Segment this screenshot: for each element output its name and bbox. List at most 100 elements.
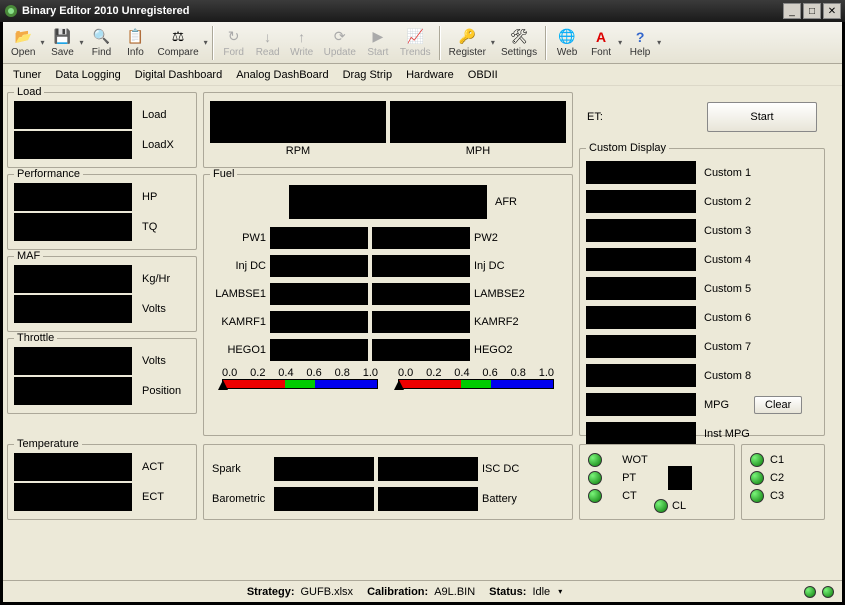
act-display [14,453,132,481]
titlebar: Binary Editor 2010 Unregistered _ □ ✕ [0,0,845,22]
custom2-display [586,190,696,213]
app-icon [4,4,18,18]
toolbar: 📂 Open ▾ 💾 Save ▾ 🔍 Find 📋 Info ⚖ [3,22,842,64]
close-button[interactable]: ✕ [823,3,841,19]
status-value: Idle [532,586,550,598]
c1-led [750,453,764,467]
group-custom-title: Custom Display [586,142,669,154]
menu-analogdash[interactable]: Analog DashBoard [230,66,334,84]
font-icon: A [592,28,610,46]
lambse1-label: LAMBSE1 [212,288,266,300]
afr-display [289,185,487,219]
update-button[interactable]: ⟳ Update [320,25,360,61]
lambse1-display [270,283,368,305]
read-button[interactable]: ↓ Read [252,25,284,61]
wot-led [588,453,602,467]
group-indicators-right: C1 C2 C3 [741,444,825,520]
maf-kghr-label: Kg/Hr [142,273,170,285]
pt-label: PT [622,472,662,484]
save-button[interactable]: 💾 Save [46,25,78,61]
menu-dragstrip[interactable]: Drag Strip [337,66,399,84]
group-performance: Performance HP TQ [7,174,197,250]
group-rpm-mph: RPM MPH [203,92,573,168]
custom5-label: Custom 5 [704,283,751,295]
maximize-button[interactable]: □ [803,3,821,19]
group-indicators-left: WOT PT CT CL [579,444,735,520]
trends-button[interactable]: 📈 Trends [396,25,435,61]
group-spark-baro: Spark ISC DC Barometric Battery [203,444,573,520]
indicator-box [668,466,692,490]
start-button[interactable]: Start [707,102,817,132]
group-temperature-title: Temperature [14,438,82,450]
custom7-label: Custom 7 [704,341,751,353]
settings-button[interactable]: 🛠 Settings [497,25,541,61]
trends-icon: 📈 [406,28,424,46]
register-button[interactable]: 🔑 Register [445,25,490,61]
status-led-1 [804,586,816,598]
menu-digitaldash[interactable]: Digital Dashboard [129,66,228,84]
menu-tuner[interactable]: Tuner [7,66,47,84]
hego1-display [270,339,368,361]
compare-button[interactable]: ⚖ Compare [154,25,203,61]
menubar: Tuner Data Logging Digital Dashboard Ana… [3,64,842,86]
custom8-display [586,364,696,387]
ect-label: ECT [142,491,164,503]
font-button[interactable]: A Font [585,25,617,61]
clear-button[interactable]: Clear [754,396,802,414]
hp-display [14,183,132,211]
group-maf: MAF Kg/Hr Volts [7,256,197,332]
help-icon: ? [631,28,649,46]
ford-icon: ↻ [225,28,243,46]
info-icon: 📋 [127,28,145,46]
lambse2-label: LAMBSE2 [474,288,534,300]
custom2-label: Custom 2 [704,196,751,208]
group-fuel-title: Fuel [210,168,237,180]
status-label: Status: [489,586,526,598]
kamrf1-display [270,311,368,333]
loadx-label: LoadX [142,139,174,151]
maf-volts-label: Volts [142,303,166,315]
strategy-value: GUFB.xlsx [301,586,354,598]
calibration-value: A9L.BIN [434,586,475,598]
write-button[interactable]: ↑ Write [286,25,318,61]
minimize-button[interactable]: _ [783,3,801,19]
loadx-display [14,131,132,159]
hego1-gauge: 0.0 0.2 0.4 0.6 0.8 1.0 [222,367,378,393]
tq-display [14,213,132,241]
menu-datalogging[interactable]: Data Logging [49,66,126,84]
rpm-display [210,101,386,143]
dashboard-content: Load Load LoadX Performance HP TQ MAF Kg… [3,86,842,580]
find-button[interactable]: 🔍 Find [86,25,118,61]
open-button[interactable]: 📂 Open [7,25,39,61]
throttle-volts-label: Volts [142,355,166,367]
help-button[interactable]: ? Help [624,25,656,61]
web-icon: 🌐 [558,28,576,46]
et-label: ET: [587,111,603,123]
throttle-position-label: Position [142,385,181,397]
custom8-label: Custom 8 [704,370,751,382]
mph-display [390,101,566,143]
web-button[interactable]: 🌐 Web [551,25,583,61]
hego2-gauge: 0.0 0.2 0.4 0.6 0.8 1.0 [398,367,554,393]
custom6-label: Custom 6 [704,312,751,324]
act-label: ACT [142,461,164,473]
injdc1-label: Inj DC [212,260,266,272]
status-dropdown-icon[interactable]: ▾ [558,587,562,596]
rpm-label: RPM [210,145,386,157]
group-throttle: Throttle Volts Position [7,338,197,414]
mpg-label: MPG [704,399,754,411]
group-throttle-title: Throttle [14,332,57,344]
menu-obdii[interactable]: OBDII [462,66,504,84]
barometric-display [274,487,374,511]
c1-label: C1 [770,454,784,466]
app-window: Binary Editor 2010 Unregistered _ □ ✕ 📂 … [0,0,845,605]
pt-led [588,471,602,485]
instmpg-label: Inst MPG [704,428,750,440]
menu-hardware[interactable]: Hardware [400,66,460,84]
start-button-toolbar[interactable]: ▶ Start [362,25,394,61]
lambse2-display [372,283,470,305]
kamrf2-label: KAMRF2 [474,316,534,328]
ford-button[interactable]: ↻ Ford [218,25,250,61]
cl-label: CL [672,500,686,512]
info-button[interactable]: 📋 Info [120,25,152,61]
